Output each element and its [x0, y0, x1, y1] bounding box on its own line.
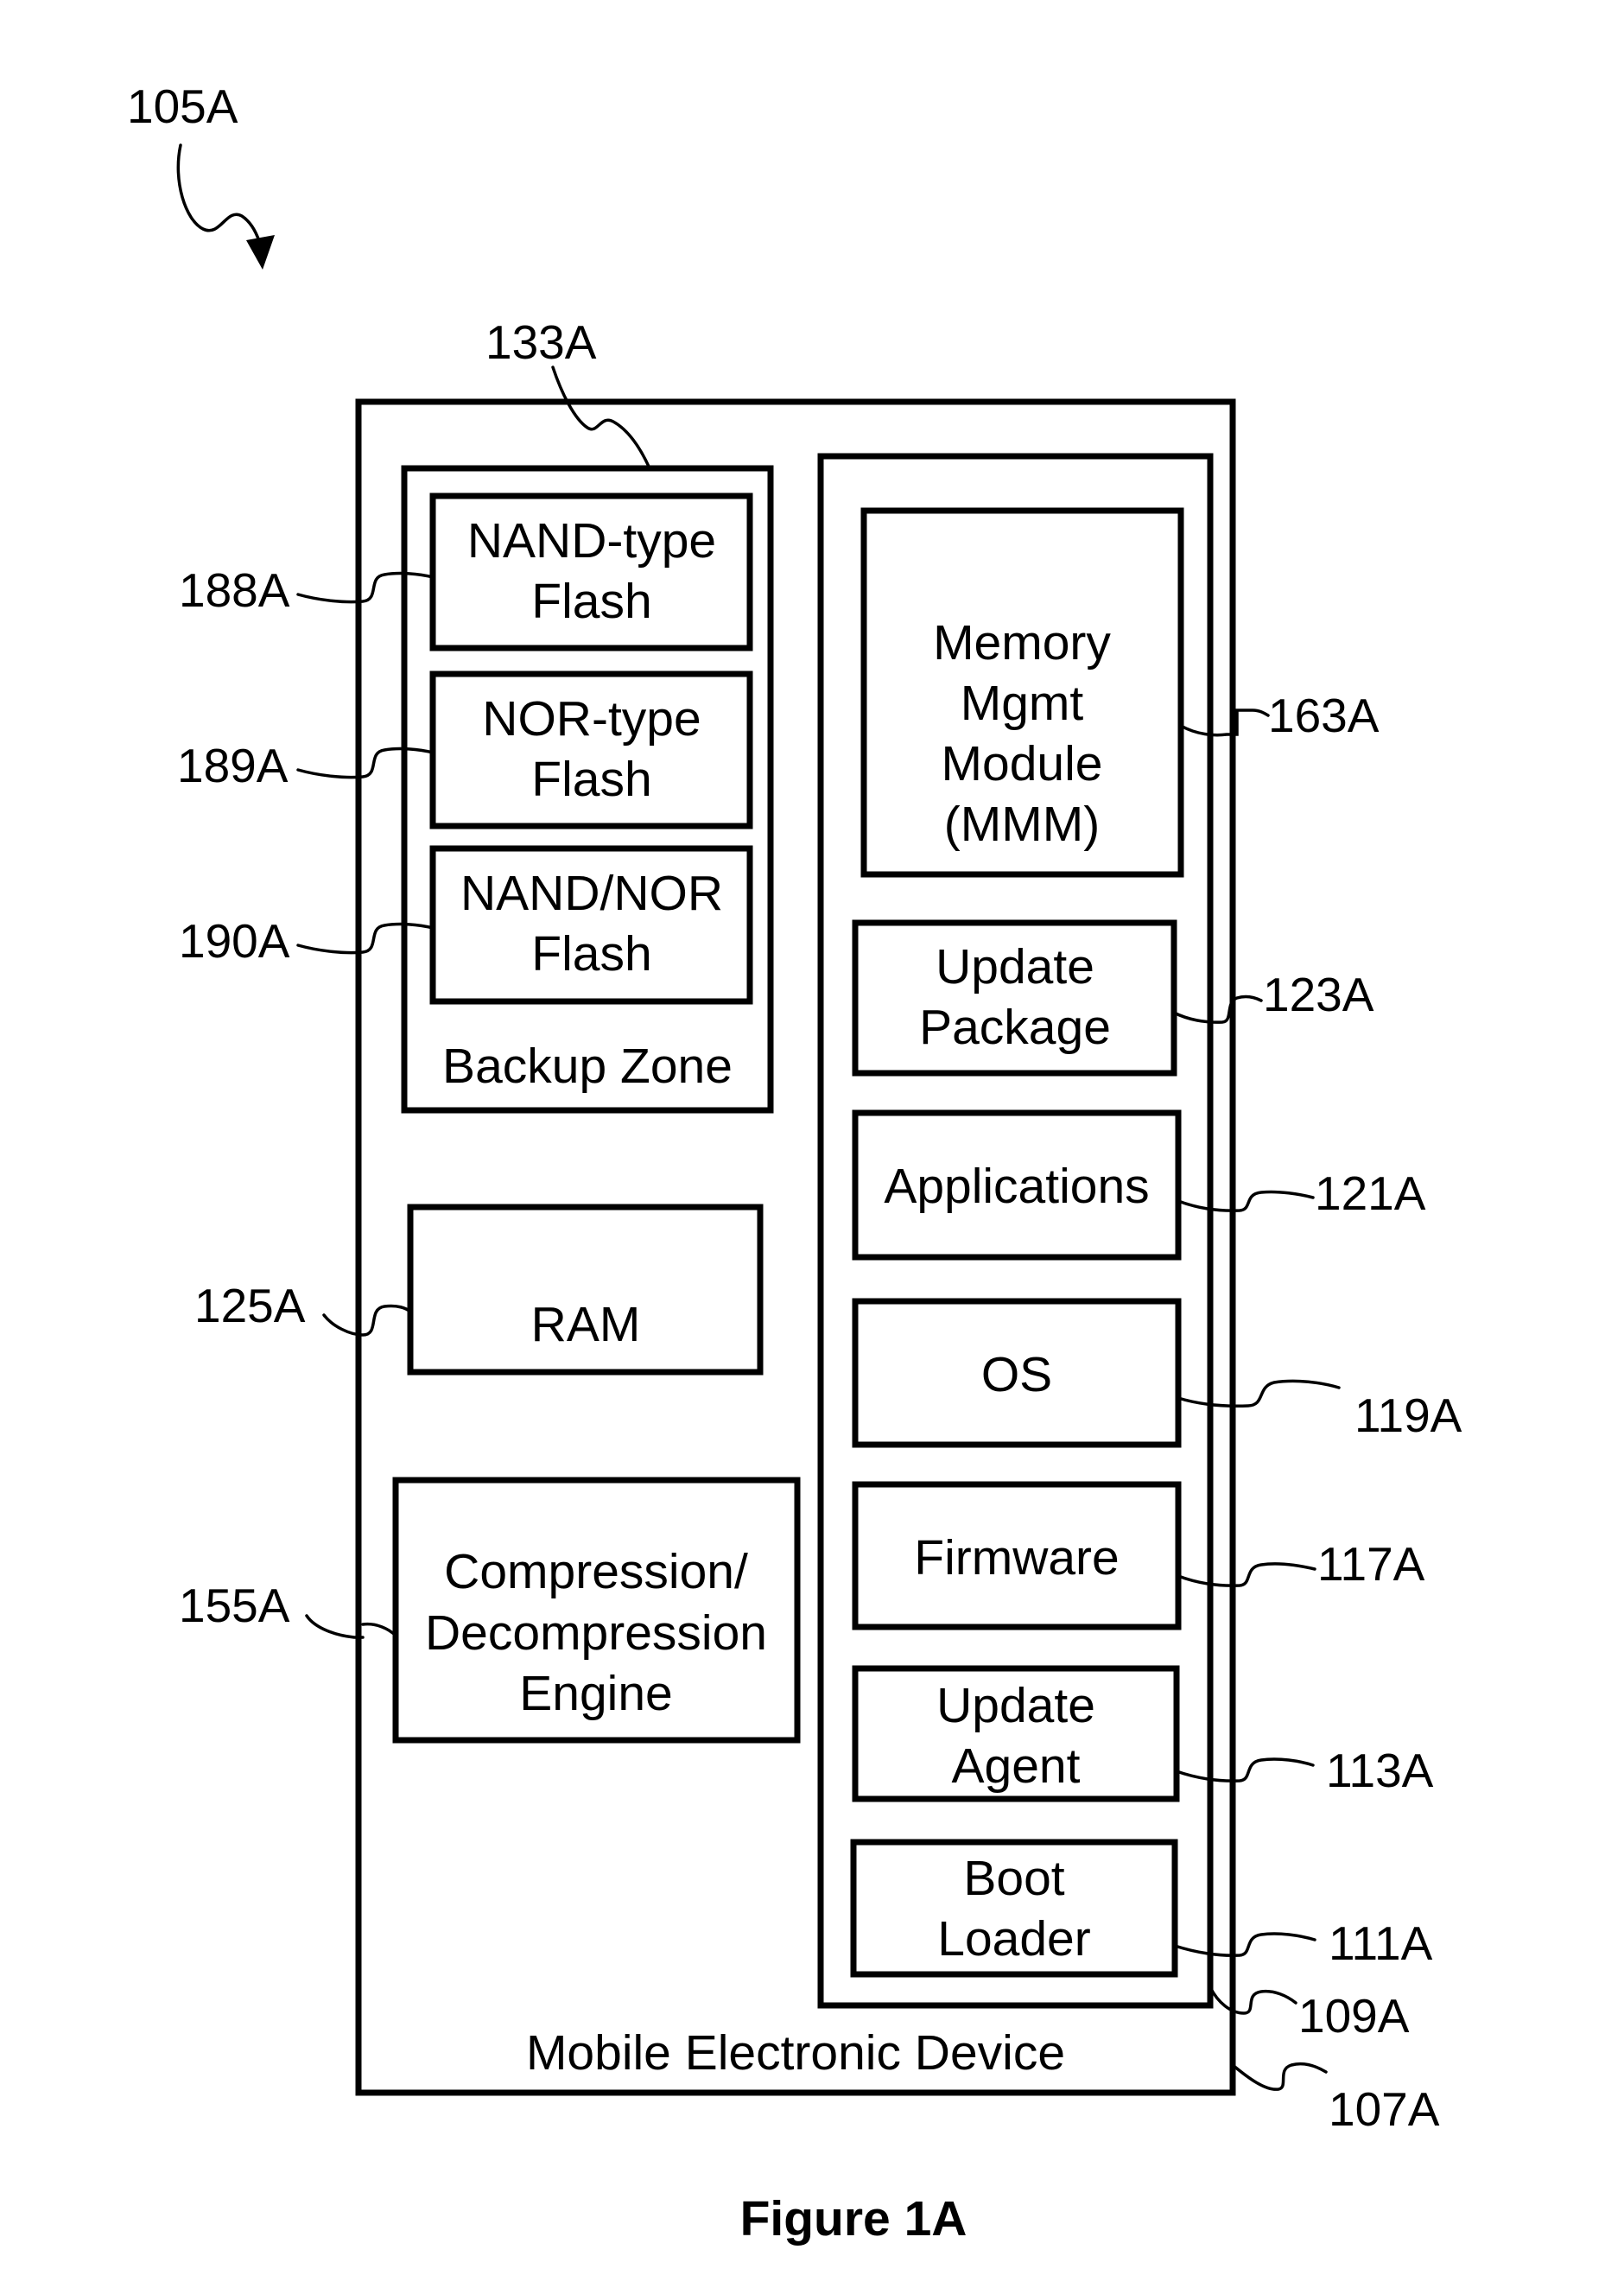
firmware-label: Firmware: [914, 1530, 1120, 1586]
ref-109a: 109A: [1298, 1989, 1410, 2043]
ref-111a: 111A: [1329, 1916, 1433, 1970]
ref-189a: 189A: [177, 739, 289, 792]
mmm-line3: Module: [942, 736, 1103, 791]
ref-107a: 107A: [1329, 2082, 1440, 2136]
arrow-head-icon: [246, 235, 275, 270]
engine-line1: Compression/: [444, 1544, 748, 1599]
boot-loader-line1: Boot: [963, 1851, 1064, 1906]
ref-190a: 190A: [179, 914, 290, 968]
nand-type-flash-line2: Flash: [531, 574, 651, 629]
block-diagram: 105A Mobile Electronic Device 107A Backu…: [127, 79, 1462, 2246]
ref-107a-leader: [1231, 2062, 1328, 2091]
ref-121a: 121A: [1315, 1166, 1426, 1220]
update-agent-line1: Update: [936, 1678, 1095, 1733]
ref-105a: 105A: [127, 79, 238, 133]
ref-155a: 155A: [179, 1579, 290, 1632]
update-package-line1: Update: [936, 939, 1094, 995]
nand-nor-flash-line1: NAND/NOR: [460, 866, 723, 921]
update-agent-line2: Agent: [952, 1738, 1081, 1794]
ref-117a: 117A: [1317, 1537, 1425, 1591]
engine-line2: Decompression: [425, 1605, 767, 1661]
nor-type-flash-line2: Flash: [531, 752, 651, 807]
backup-zone-label: Backup Zone: [442, 1039, 733, 1094]
os-label: OS: [981, 1347, 1052, 1402]
mmm-line1: Memory: [933, 615, 1111, 670]
ref-119a: 119A: [1354, 1389, 1462, 1442]
ref-133a: 133A: [485, 315, 597, 369]
ram-label: RAM: [531, 1297, 641, 1352]
ref-123a: 123A: [1263, 968, 1374, 1021]
applications-label: Applications: [884, 1159, 1149, 1214]
ref-163a: 163A: [1268, 689, 1380, 742]
figure-caption: Figure 1A: [740, 2191, 967, 2246]
ref-113a: 113A: [1326, 1744, 1434, 1797]
boot-loader-line2: Loader: [937, 1911, 1091, 1967]
mmm-line4: (MMM): [944, 797, 1100, 852]
device-label: Mobile Electronic Device: [526, 2025, 1065, 2081]
mmm-line2: Mgmt: [961, 676, 1084, 731]
ref-125a: 125A: [194, 1279, 306, 1332]
ref-188a: 188A: [179, 563, 290, 617]
engine-line3: Engine: [519, 1666, 673, 1721]
update-package-line2: Package: [919, 1000, 1111, 1055]
ref-105a-leader: [176, 143, 263, 248]
nor-type-flash-line1: NOR-type: [482, 691, 701, 747]
nand-type-flash-line1: NAND-type: [467, 513, 716, 569]
nand-nor-flash-line2: Flash: [531, 926, 651, 982]
